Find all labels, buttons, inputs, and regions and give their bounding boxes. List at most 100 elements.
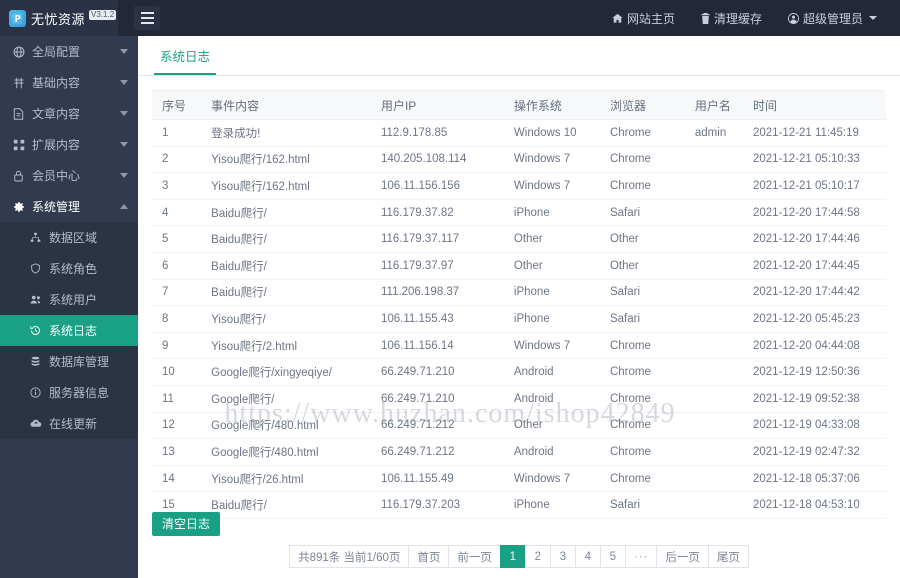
cloud-upload-icon bbox=[28, 418, 43, 429]
cell-os: iPhone bbox=[503, 305, 600, 333]
pagination-last[interactable]: 尾页 bbox=[707, 545, 749, 568]
pagination-page-1[interactable]: 1 bbox=[499, 545, 525, 568]
cell-browser: Safari bbox=[599, 279, 685, 307]
table-header-row: 序号 事件内容 用户IP 操作系统 浏览器 用户名 时间 bbox=[152, 90, 886, 120]
cell-event: Baidu爬行/ bbox=[201, 252, 371, 280]
pagination-page-4[interactable]: 4 bbox=[574, 545, 600, 568]
clear-log-button[interactable]: 清空日志 bbox=[152, 512, 221, 536]
cell-index: 9 bbox=[152, 332, 202, 360]
sidebar-item-member-center[interactable]: 会员中心 bbox=[0, 160, 138, 191]
pagination-row: 共891条 当前1/60页 首页 前一页 1 2 3 4 5 ··· 后一页 尾… bbox=[138, 536, 900, 578]
table-row: 10 Google爬行/xingyeqiye/66.249.71.210 Andro… bbox=[152, 358, 886, 386]
table-row: 9 Yisou爬行/2.html 106.11.156.14 Windows 7 Chr… bbox=[152, 332, 886, 360]
table-row: 4 Baidu爬行/116.179.37.82 iPhone Safari 2021-1… bbox=[152, 199, 886, 227]
cell-event: 登录成功! bbox=[201, 119, 371, 147]
cell-username bbox=[684, 199, 743, 227]
sidebar-item-database-management[interactable]: 数据库管理 bbox=[0, 346, 138, 377]
logo-area[interactable]: 无忧资源 V3.1.2 bbox=[0, 0, 118, 36]
cell-time: 2021-12-20 17:44:46 bbox=[742, 225, 886, 253]
cell-username bbox=[684, 279, 743, 307]
cell-os: Other bbox=[503, 252, 600, 280]
shield-icon bbox=[28, 263, 43, 274]
sidebar-item-server-info[interactable]: 服务器信息 bbox=[0, 377, 138, 408]
sidebar-subitem-label: 服务器信息 bbox=[49, 386, 110, 400]
pagination-page-5[interactable]: 5 bbox=[599, 545, 625, 568]
pagination-next[interactable]: 后一页 bbox=[656, 545, 708, 568]
cell-time: 2021-12-19 02:47:32 bbox=[742, 438, 886, 466]
cell-time: 2021-12-21 05:10:17 bbox=[742, 172, 886, 200]
chevron-down-icon bbox=[120, 173, 128, 178]
cell-user-ip: 106.11.155.49 bbox=[370, 465, 504, 493]
pagination: 共891条 当前1/60页 首页 前一页 1 2 3 4 5 ··· 后一页 尾… bbox=[289, 545, 749, 568]
cell-time: 2021-12-18 05:37:06 bbox=[742, 465, 886, 493]
cell-time: 2021-12-20 17:44:58 bbox=[742, 199, 886, 227]
table-row: 1 登录成功! 112.9.178.85 Windows 10 Chrome admin 2… bbox=[152, 119, 886, 147]
cell-user-ip: 140.205.108.114 bbox=[370, 146, 504, 174]
cell-event: Google爬行/480.html bbox=[201, 412, 371, 440]
column-header-time: 时间 bbox=[742, 90, 886, 120]
pagination-page-2[interactable]: 2 bbox=[524, 545, 550, 568]
cell-browser: Chrome bbox=[599, 385, 685, 413]
cell-browser: Chrome bbox=[599, 119, 685, 147]
sidebar-subitem-label: 系统日志 bbox=[49, 324, 98, 338]
history-icon bbox=[28, 325, 43, 336]
cell-username bbox=[684, 305, 743, 333]
cell-time: 2021-12-20 05:45:23 bbox=[742, 305, 886, 333]
sidebar-item-article-content[interactable]: 文章内容 bbox=[0, 98, 138, 129]
tab-system-log[interactable]: 系统日志 bbox=[154, 46, 217, 75]
cell-os: Android bbox=[503, 438, 600, 466]
main-content: 系统日志 序号 事件内容 用户IP 操作系统 浏览器 用户名 时间 1 登录成功… bbox=[138, 36, 900, 578]
log-table: 序号 事件内容 用户IP 操作系统 浏览器 用户名 时间 1 登录成功! 112.9… bbox=[152, 90, 886, 519]
column-header-username: 用户名 bbox=[684, 90, 743, 120]
cell-event: Yisou爬行/2.html bbox=[201, 332, 371, 360]
cell-index: 3 bbox=[152, 172, 202, 200]
sidebar-item-system-user[interactable]: 系统用户 bbox=[0, 284, 138, 315]
cell-event: Yisou爬行/162.html bbox=[201, 172, 371, 200]
top-user-menu[interactable]: 超级管理员 bbox=[775, 0, 890, 36]
cell-time: 2021-12-19 09:52:38 bbox=[742, 385, 886, 413]
cell-index: 8 bbox=[152, 305, 202, 333]
column-header-browser: 浏览器 bbox=[599, 90, 685, 120]
sidebar-item-label: 基础内容 bbox=[32, 76, 81, 90]
pagination-first[interactable]: 首页 bbox=[408, 545, 449, 568]
cell-os: Other bbox=[503, 412, 600, 440]
home-icon bbox=[612, 13, 623, 24]
sidebar-item-system-log[interactable]: 系统日志 bbox=[0, 315, 138, 346]
cell-event: Yisou爬行/26.html bbox=[201, 465, 371, 493]
cell-user-ip: 66.249.71.212 bbox=[370, 412, 504, 440]
cell-index: 1 bbox=[152, 119, 202, 147]
cell-user-ip: 116.179.37.117 bbox=[370, 225, 504, 253]
cell-index: 13 bbox=[152, 438, 202, 466]
cell-username bbox=[684, 465, 743, 493]
sidebar-submenu-system: 数据区域 系统角色 系统用户 系统日志 数据库管理 服务器信息 在线更新 bbox=[0, 222, 138, 439]
sidebar-item-data-region[interactable]: 数据区域 bbox=[0, 222, 138, 253]
user-circle-icon bbox=[787, 12, 799, 24]
sidebar-item-extension-content[interactable]: 扩展内容 bbox=[0, 129, 138, 160]
cell-username bbox=[684, 385, 743, 413]
cell-user-ip: 66.249.71.212 bbox=[370, 438, 504, 466]
cell-os: Windows 7 bbox=[503, 146, 600, 174]
sidebar-item-online-update[interactable]: 在线更新 bbox=[0, 408, 138, 439]
table-row: 7 Baidu爬行/111.206.198.37 iPhone Safari 2021-… bbox=[152, 279, 886, 307]
pagination-prev[interactable]: 前一页 bbox=[448, 545, 500, 568]
sidebar-item-system-role[interactable]: 系统角色 bbox=[0, 253, 138, 284]
sidebar-item-basic-content[interactable]: 基础内容 bbox=[0, 67, 138, 98]
cell-browser: Chrome bbox=[599, 146, 685, 174]
pagination-page-3[interactable]: 3 bbox=[549, 545, 575, 568]
cell-event: Google爬行/480.html bbox=[201, 438, 371, 466]
cell-index: 12 bbox=[152, 412, 202, 440]
hamburger-icon[interactable] bbox=[134, 6, 160, 30]
sidebar-item-global-config[interactable]: 全局配置 bbox=[0, 36, 138, 67]
cell-user-ip: 66.249.71.210 bbox=[370, 385, 504, 413]
cell-username bbox=[684, 438, 743, 466]
sidebar-item-system-management[interactable]: 系统管理 bbox=[0, 191, 138, 222]
cell-os: Android bbox=[503, 385, 600, 413]
top-link-clear-cache[interactable]: 清理缓存 bbox=[688, 0, 775, 36]
cell-event: Baidu爬行/ bbox=[201, 225, 371, 253]
cell-browser: Chrome bbox=[599, 438, 685, 466]
log-table-body: 1 登录成功! 112.9.178.85 Windows 10 Chrome admin 2… bbox=[152, 119, 886, 519]
pagination-ellipsis: ··· bbox=[624, 545, 657, 568]
top-link-home[interactable]: 网站主页 bbox=[599, 0, 688, 36]
gear-icon bbox=[11, 201, 26, 213]
cell-user-ip: 106.11.156.14 bbox=[370, 332, 504, 360]
